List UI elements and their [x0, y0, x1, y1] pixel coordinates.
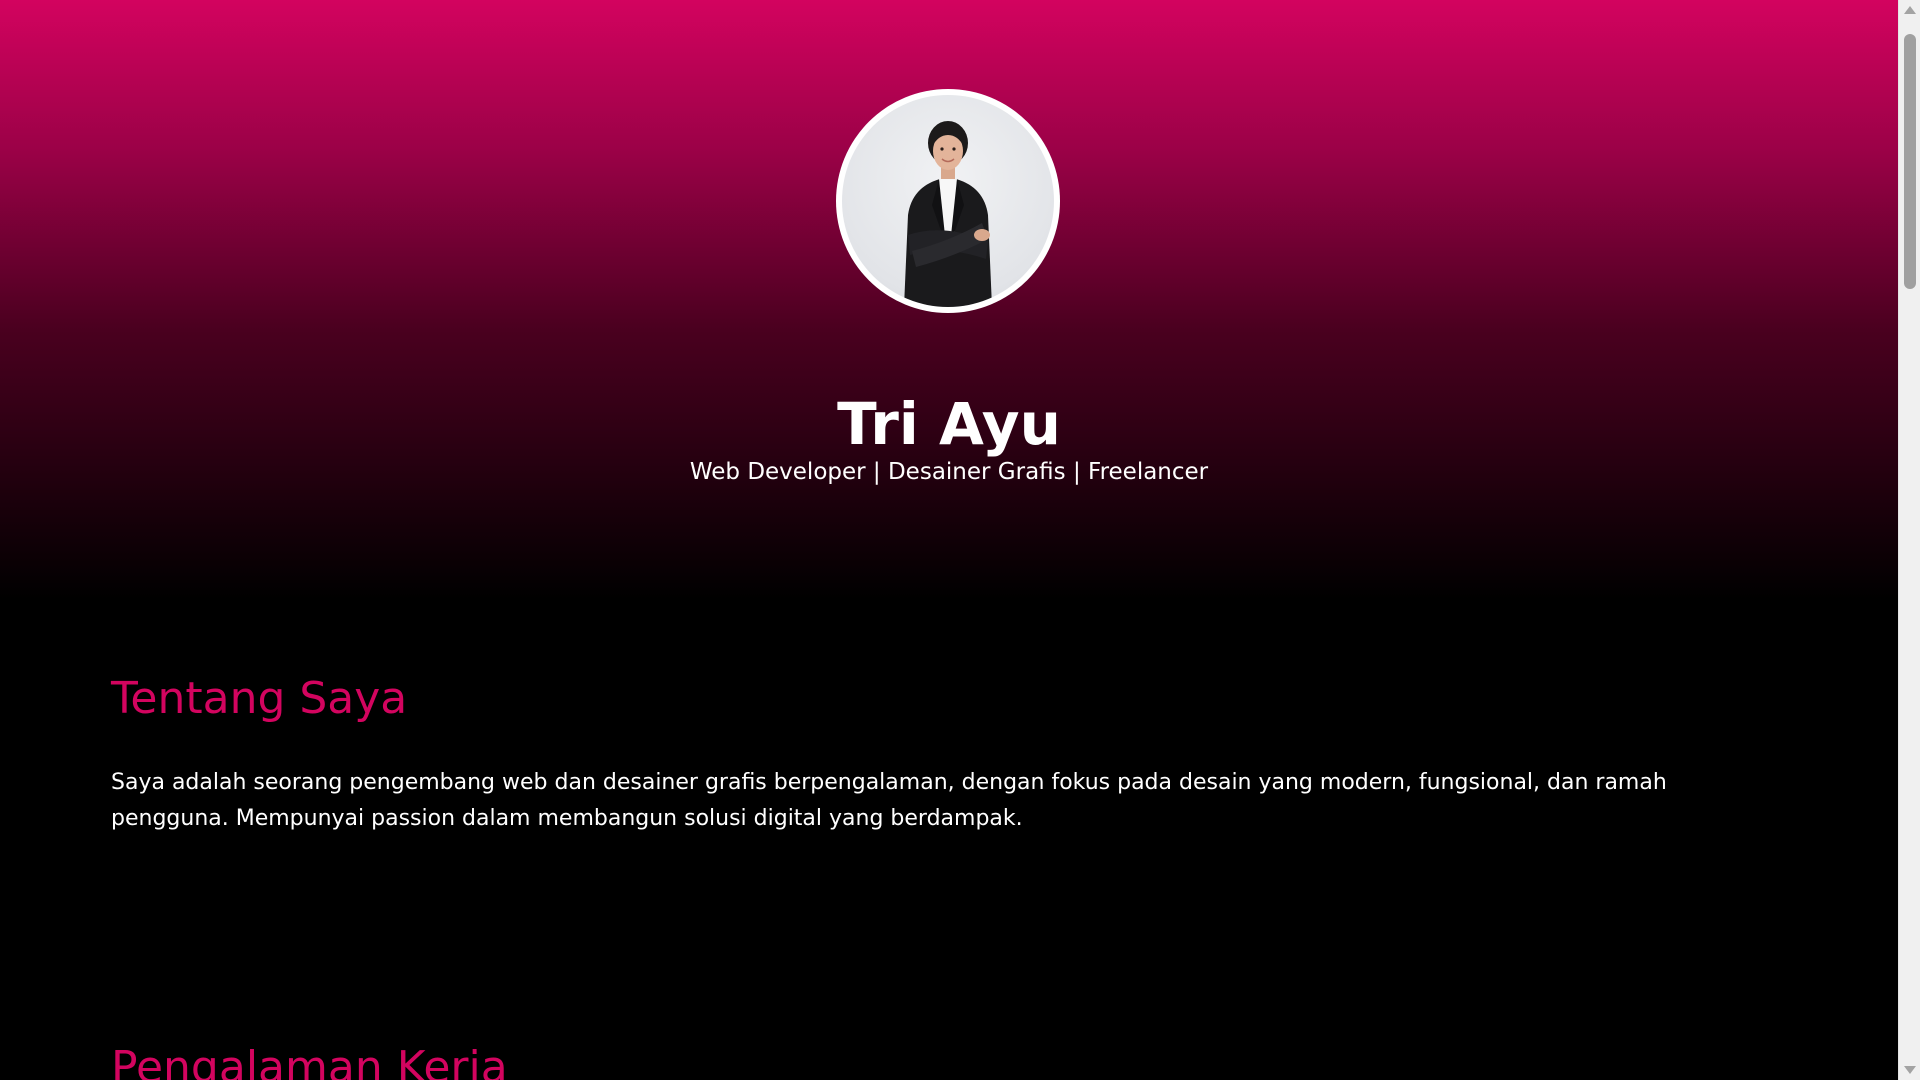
about-heading: Tentang Saya: [111, 673, 408, 724]
about-text: Saya adalah seorang pengembang web dan d…: [111, 770, 1667, 831]
profile-photo-icon: [904, 121, 992, 307]
page-viewport: Tri Ayu Web Developer | Desainer Grafis …: [0, 0, 1898, 1080]
scroll-down-button[interactable]: [1899, 1060, 1920, 1080]
avatar-frame: [836, 89, 1060, 313]
scroll-up-button[interactable]: [1899, 0, 1920, 20]
experience-heading: Pengalaman Kerja: [111, 1042, 508, 1080]
page-title: Tri Ayu: [837, 389, 1061, 458]
scrollbar-thumb[interactable]: [1904, 34, 1916, 289]
scroll-up-arrow-icon: [1904, 6, 1916, 14]
tagline: Web Developer | Desainer Grafis | Freela…: [689, 459, 1209, 485]
scroll-down-arrow-icon: [1904, 1066, 1916, 1074]
vertical-scrollbar[interactable]: [1898, 0, 1920, 1080]
avatar: [842, 95, 1054, 307]
hero-header: Tri Ayu Web Developer | Desainer Grafis …: [0, 0, 1898, 600]
